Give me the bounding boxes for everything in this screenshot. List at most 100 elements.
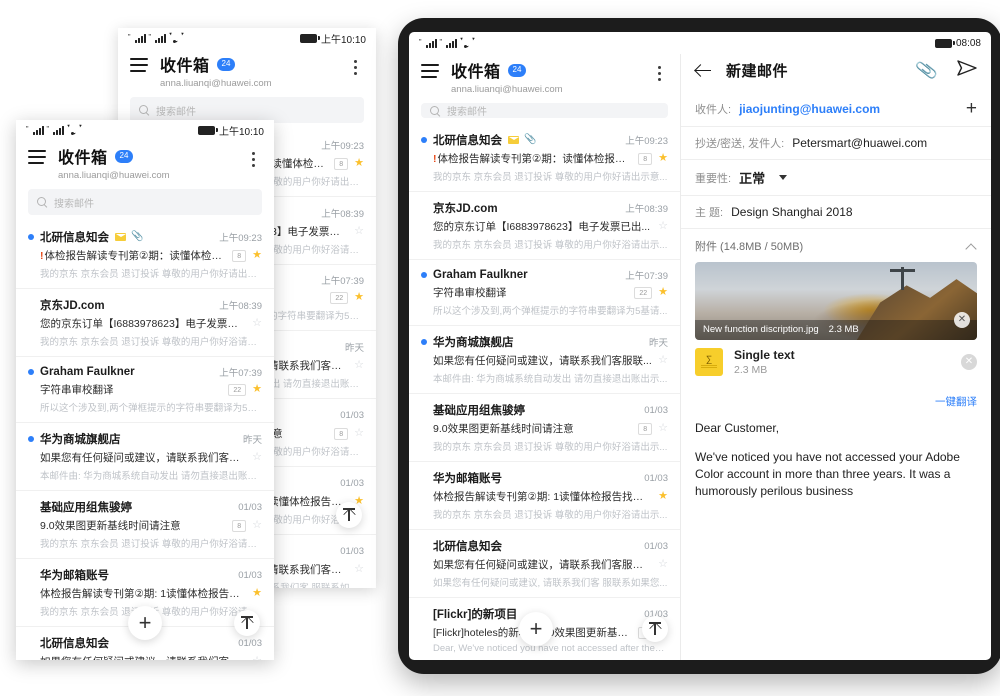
- mail-time: 上午09:23: [219, 233, 262, 244]
- mail-sender: [Flickr]的新项目: [433, 609, 518, 621]
- star-icon[interactable]: ☆: [658, 221, 668, 232]
- search-bar[interactable]: 搜索邮件: [28, 189, 262, 215]
- star-icon[interactable]: ★: [354, 292, 364, 303]
- attachment-file-row[interactable]: ∑ Single text 2.3 MB ✕: [681, 340, 991, 384]
- add-recipient-icon[interactable]: +: [966, 99, 977, 118]
- file-thumbnail-icon: ∑: [695, 348, 723, 376]
- status-bar-right-tablet: 08:08: [934, 38, 981, 49]
- star-icon[interactable]: ★: [252, 250, 262, 261]
- star-icon[interactable]: ☆: [252, 318, 262, 329]
- mail-list-item[interactable]: 华为商城旗舰店 昨天如果您有任何疑问或建议，请联系我们客服联... ☆ 本邮件由: 华…: [16, 423, 274, 491]
- star-icon[interactable]: ★: [354, 158, 364, 169]
- page-title: 收件箱: [451, 64, 501, 81]
- signal-icon-1: [32, 125, 44, 135]
- back-arrow-icon[interactable]: [695, 64, 712, 78]
- mail-row-header: 华为商城旗舰店 昨天: [28, 431, 262, 447]
- star-icon[interactable]: ☆: [658, 355, 668, 366]
- mail-row-subject: !体检报告解读专刊第②期：读懂体检报告L找... 8 ★: [28, 248, 262, 263]
- mail-sender: 基础应用组焦骏婷: [40, 502, 132, 514]
- to-label: 收件人:: [695, 103, 732, 116]
- remove-attachment-icon[interactable]: ✕: [954, 312, 970, 328]
- star-icon[interactable]: ★: [252, 588, 262, 599]
- to-field[interactable]: 收件人: jiaojunting@huawei.com +: [681, 91, 991, 127]
- attachments-label: 附件 (14.8MB / 50MB): [695, 241, 804, 253]
- overflow-menu-icon[interactable]: [346, 60, 364, 75]
- compose-fab[interactable]: +: [519, 612, 553, 646]
- mail-row-subject: 如果您有任何疑问或建议，请联系我们客服联... ☆: [28, 450, 262, 465]
- status-bar-front: " " 上午10:10: [16, 120, 274, 140]
- mail-list-item[interactable]: 华为商城旗舰店 昨天如果您有任何疑问或建议，请联系我们客服联... ☆ 本邮件由: 华…: [409, 326, 680, 394]
- attachments-header: 附件 (14.8MB / 50MB): [681, 229, 991, 260]
- star-icon[interactable]: ★: [658, 153, 668, 164]
- star-icon[interactable]: ☆: [354, 428, 364, 439]
- unread-badge: 24: [507, 63, 527, 77]
- search-bar[interactable]: 搜索邮件: [421, 103, 668, 118]
- mail-list-item[interactable]: 基础应用组焦骏婷 01/03 9.0效果图更新基线时间请注意 8 ☆ 我的京东 京东会员 …: [16, 491, 274, 559]
- star-icon[interactable]: ★: [658, 287, 668, 298]
- cc-bcc-from-field[interactable]: 抄送/密送, 发件人: Petersmart@huawei.com: [681, 127, 991, 160]
- star-icon[interactable]: ☆: [354, 564, 364, 575]
- chevron-down-icon[interactable]: [779, 175, 788, 180]
- mail-list-item[interactable]: 华为邮箱账号 01/03 体检报告解读专刊第②期: 1读懂体检报告找专加棒 ★ 我的京东…: [409, 462, 680, 530]
- mail-row-header: 基础应用组焦骏婷 01/03: [421, 402, 668, 418]
- scroll-to-top-icon: [648, 622, 662, 636]
- mail-row-header: 华为邮箱账号 01/03: [28, 567, 262, 583]
- mail-subject: 字符串审校翻译: [40, 384, 114, 396]
- compose-fab[interactable]: +: [128, 606, 162, 640]
- star-icon[interactable]: ☆: [658, 559, 668, 570]
- unread-dot: [421, 272, 427, 278]
- mail-subject: 如果您有任何疑问或建议，请联系我们客服联系: [40, 654, 246, 660]
- mail-row-header: 京东JD.com 上午08:39: [28, 297, 262, 313]
- subject-value: Design Shanghai 2018: [731, 205, 853, 219]
- mail-list-item[interactable]: 北研信息知会 📎 上午09:23 !体检报告解读专刊第②期：读懂体检报告L找... 8 ★…: [409, 124, 680, 192]
- mail-list-item[interactable]: 京东JD.com 上午08:39 您的京东订单【I6883978623】电子发票已出…: [16, 289, 274, 357]
- mail-list-item[interactable]: 北研信息知会01/03如果您有任何疑问或建议，请联系我们客服联系☆如果您有任何疑…: [409, 530, 680, 598]
- signal-icon-2: [155, 33, 166, 43]
- remove-attachment-icon[interactable]: ✕: [961, 354, 977, 370]
- star-icon[interactable]: ☆: [354, 360, 364, 371]
- mail-row-subject: 如果您有任何疑问或建议，请联系我们客服联系 ☆: [28, 654, 262, 661]
- scroll-to-top-fab[interactable]: [336, 502, 362, 528]
- mail-count-badge: 8: [232, 249, 247, 262]
- status-bar: " " 上午10:10: [118, 28, 376, 48]
- star-icon[interactable]: ☆: [658, 423, 668, 434]
- mail-list-item[interactable]: 北研信息知会 📎 上午09:23 !体检报告解读专刊第②期：读懂体检报告L找... 8 ★…: [16, 221, 274, 289]
- star-icon[interactable]: ☆: [354, 226, 364, 237]
- star-icon[interactable]: ☆: [252, 520, 262, 531]
- mail-preview: 我的京东 京东会员 退订投诉 尊敬的用户你好浴请出示...: [40, 539, 262, 550]
- attachment-image-preview[interactable]: New function discription.jpg 2.3 MB ✕: [695, 262, 977, 340]
- mail-list-item[interactable]: Graham Faulkner 上午07:39 字符串审校翻译 22 ★ 所以这个涉及到,…: [16, 357, 274, 423]
- overflow-menu-icon[interactable]: [244, 152, 262, 167]
- hamburger-menu-icon[interactable]: [28, 150, 46, 164]
- mail-list-item[interactable]: Graham Faulkner 上午07:39 字符串审校翻译 22 ★ 所以这个涉及到,…: [409, 260, 680, 326]
- paperclip-icon[interactable]: 📎: [914, 59, 938, 82]
- star-icon[interactable]: ★: [658, 491, 668, 502]
- mail-list-item[interactable]: 基础应用组焦骏婷 01/03 9.0效果图更新基线时间请注意 8 ☆ 我的京东 京东会员 …: [409, 394, 680, 462]
- priority-label: 重要性:: [695, 172, 732, 185]
- star-icon[interactable]: ☆: [252, 452, 262, 463]
- overflow-menu-icon[interactable]: [650, 66, 668, 81]
- scroll-to-top-fab[interactable]: [642, 616, 668, 642]
- scroll-to-top-fab[interactable]: [234, 610, 260, 636]
- paperclip-icon: 📎: [131, 231, 144, 242]
- mail-sender: 北研信息知会: [433, 541, 502, 553]
- status-bar-left: " ": [128, 33, 180, 43]
- subject-field[interactable]: 主 题: Design Shanghai 2018: [681, 196, 991, 229]
- translate-link[interactable]: 一键翻译: [935, 396, 977, 408]
- hamburger-menu-icon[interactable]: [130, 58, 148, 72]
- unread-dot: [421, 339, 427, 345]
- hamburger-menu-icon[interactable]: [421, 64, 439, 78]
- battery-icon: [299, 33, 320, 43]
- priority-value: 正常: [739, 171, 766, 186]
- chevron-up-icon[interactable]: [966, 243, 977, 250]
- priority-field[interactable]: 重要性: 正常: [681, 160, 991, 196]
- mail-list-item[interactable]: 京东JD.com 上午08:39 您的京东订单【I6883978623】电子发票已出…: [409, 192, 680, 260]
- status-clock: 上午10:10: [218, 126, 264, 138]
- send-icon[interactable]: [957, 60, 977, 81]
- star-icon[interactable]: ☆: [252, 656, 262, 661]
- star-icon[interactable]: ★: [252, 384, 262, 395]
- mail-list-tablet: 北研信息知会 📎 上午09:23 !体检报告解读专刊第②期：读懂体检报告L找... 8 ★…: [409, 124, 680, 660]
- mail-time: 01/03: [340, 409, 364, 421]
- mail-row-header: Graham Faulkner 上午07:39: [421, 268, 668, 282]
- mail-body[interactable]: Dear Customer, We've noticed you have no…: [681, 412, 991, 520]
